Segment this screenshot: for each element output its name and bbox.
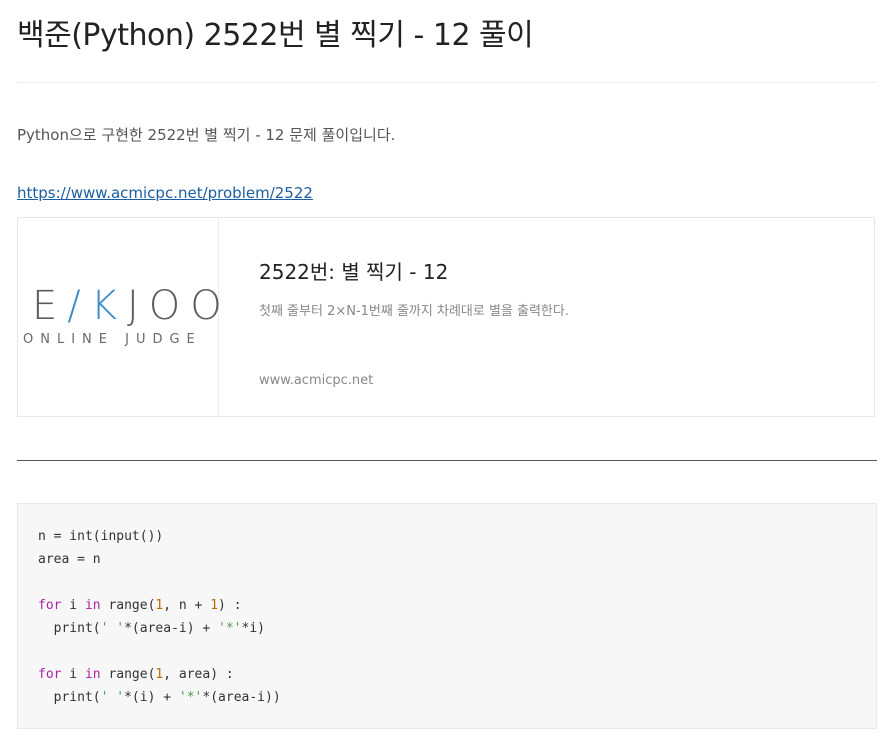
problem-link[interactable]: https://www.acmicpc.net/problem/2522 (17, 182, 313, 204)
code-line: print(' '*(area-i) + '*'*i) (38, 621, 265, 636)
preview-title: 2522번: 별 찍기 - 12 (259, 260, 449, 284)
code-line: for i in range(1, area) : (38, 667, 234, 682)
post-intro: Python으로 구현한 2522번 별 찍기 - 12 문제 풀이입니다. (17, 126, 396, 144)
code-line: n = int(input()) (38, 529, 164, 544)
code-block: n = int(input()) area = n for i in range… (17, 503, 877, 729)
section-divider (17, 460, 877, 461)
preview-info: 2522번: 별 찍기 - 12 첫째 줄부터 2×N-1번째 줄까지 차례대로… (259, 218, 874, 416)
preview-description: 첫째 줄부터 2×N-1번째 줄까지 차례대로 별을 출력한다. (259, 304, 569, 319)
post-title: 백준(Python) 2522번 별 찍기 - 12 풀이 (17, 18, 534, 53)
site-logo-subtitle: ONLINE JUDGE (23, 332, 202, 347)
link-preview-card[interactable]: E/KJOO ONLINE JUDGE 2522번: 별 찍기 - 12 첫째 … (17, 217, 875, 417)
code-line: area = n (38, 552, 101, 567)
preview-thumbnail: E/KJOO ONLINE JUDGE (18, 218, 232, 416)
code-line: for i in range(1, n + 1) : (38, 598, 242, 613)
title-divider (17, 82, 877, 83)
preview-domain: www.acmicpc.net (259, 373, 374, 388)
code-content: n = int(input()) area = n for i in range… (38, 525, 281, 709)
site-logo: E/KJOO (32, 283, 232, 329)
code-line: print(' '*(i) + '*'*(area-i)) (38, 690, 281, 705)
